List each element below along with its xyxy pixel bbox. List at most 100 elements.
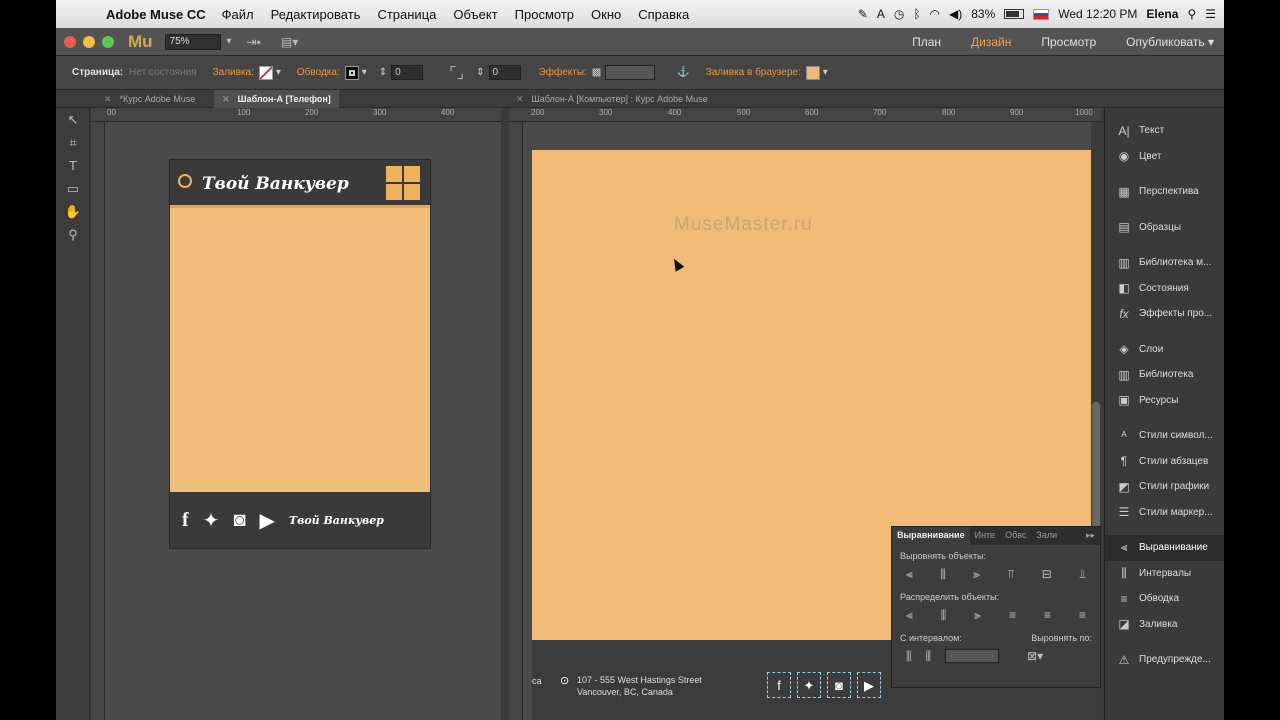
menu-file[interactable]: Файл [222, 7, 254, 22]
phone-site-title[interactable]: Твой Ванкувер [202, 174, 349, 194]
wifi-icon[interactable]: ◠ [930, 7, 940, 21]
align-middle-v-icon[interactable]: ⊟ [1042, 567, 1052, 582]
close-tab-icon[interactable]: ✕ [222, 94, 230, 104]
distribute-middle-icon[interactable]: ≡ [1044, 608, 1051, 623]
mode-plan[interactable]: План [912, 35, 941, 49]
page-state-select[interactable]: Нет состояния [129, 67, 196, 78]
corner-icon[interactable]: ⌜⌟ [449, 63, 464, 83]
tab-phone-template[interactable]: ✕ Шаблон-А [Телефон] [214, 90, 339, 108]
align-bottom-icon[interactable]: ⫫ [1079, 567, 1086, 582]
social-icons[interactable]: f ✦ ◙ ▶ [767, 672, 881, 698]
close-tab-icon[interactable]: ✕ [104, 94, 112, 104]
menu-page[interactable]: Страница [377, 7, 436, 22]
zoom-select[interactable]: 75% [164, 33, 232, 50]
tab-align[interactable]: Выравнивание [892, 527, 970, 545]
text-tool-icon[interactable]: T [56, 154, 90, 177]
spotlight-icon[interactable]: ⚲ [1187, 7, 1196, 21]
align-right-icon[interactable]: ⫸ [973, 567, 980, 582]
tab-fill[interactable]: Зали [1031, 527, 1062, 545]
fill-swatch[interactable] [258, 65, 273, 80]
effects-select[interactable] [605, 65, 656, 80]
battery-percent[interactable]: 83% [971, 7, 995, 21]
distribute-center-icon[interactable]: ⫼ [941, 608, 947, 623]
menu-grid-icon[interactable] [386, 166, 420, 200]
corner-radius-input[interactable]: 0 [488, 65, 521, 80]
panel-text[interactable]: A| Текст [1105, 118, 1224, 144]
align-top-icon[interactable]: ⫪ [1007, 567, 1014, 582]
panel-spacing[interactable]: ⫼ Интервалы [1105, 561, 1224, 587]
space-v-icon[interactable]: ⫼ [926, 649, 932, 664]
mode-design[interactable]: Дизайн [971, 35, 1011, 49]
battery-icon[interactable] [1004, 9, 1025, 19]
menu-help[interactable]: Справка [638, 7, 689, 22]
stroke-dropdown-icon[interactable]: ▾ [362, 67, 367, 78]
minimize-window-button[interactable] [83, 35, 95, 48]
address-block[interactable]: 107 - 555 West Hastings Street Vancouver… [577, 674, 702, 698]
evernote-icon[interactable]: ✎ [858, 7, 868, 21]
stroke-width-input[interactable]: 0 [391, 65, 424, 80]
spacing-input[interactable] [945, 649, 1000, 663]
panel-graphic-styles[interactable]: ◩ Стили графики [1105, 474, 1224, 500]
distribute-top-icon[interactable]: ≡ [1009, 608, 1016, 623]
panel-layers[interactable]: ◈ Слои [1105, 337, 1224, 363]
horizontal-ruler[interactable]: 00 100 200 300 400 [91, 108, 501, 122]
phone-design-view[interactable]: 00 100 200 300 400 Твой Ванкувер f ✦ ◙ ▶… [91, 108, 501, 720]
panel-para-styles[interactable]: ¶ Стили абзацев [1105, 449, 1224, 475]
panel-swatches[interactable]: ▤ Образцы [1105, 215, 1224, 241]
time-machine-icon[interactable]: ◷ [894, 7, 904, 21]
panel-effects[interactable]: fx Эффекты про... [1105, 301, 1224, 327]
menu-view[interactable]: Просмотр [515, 7, 574, 22]
space-h-icon[interactable]: ⫼ [906, 649, 912, 664]
hand-tool-icon[interactable]: ✋ [56, 200, 90, 223]
panel-fill[interactable]: ◪ Заливка [1105, 612, 1224, 638]
preview-page-icon[interactable]: ⇥▪ [247, 35, 261, 49]
menu-edit[interactable]: Редактировать [271, 7, 361, 22]
menu-object[interactable]: Объект [453, 7, 497, 22]
notification-center-icon[interactable]: ☰ [1205, 7, 1216, 21]
panel-states[interactable]: ◧ Состояния [1105, 276, 1224, 302]
browser-fill-swatch[interactable] [805, 65, 820, 80]
align-center-h-icon[interactable]: ⫼ [940, 567, 946, 582]
panel-bullet-styles[interactable]: ☰ Стили маркер... [1105, 500, 1224, 526]
stroke-swatch[interactable] [344, 65, 359, 80]
scrollbar-thumb[interactable] [1092, 402, 1100, 542]
layout-menu-icon[interactable]: ▤▾ [281, 35, 298, 49]
twitter-icon[interactable]: ✦ [203, 508, 220, 533]
close-tab-icon[interactable]: ✕ [516, 94, 524, 104]
effects-icon[interactable]: ▩ [592, 67, 601, 78]
stroke-stepper-icon[interactable]: ⇕ [379, 67, 387, 78]
youtube-icon[interactable]: ▶ [260, 508, 275, 533]
phone-footer[interactable]: f ✦ ◙ ▶ Твой Ванкувер [170, 492, 430, 548]
adobe-icon[interactable]: A [877, 7, 885, 21]
effects-label[interactable]: Эффекты: [539, 67, 587, 78]
anchor-icon[interactable]: ⚓ [677, 67, 689, 78]
input-flag-icon[interactable] [1033, 8, 1050, 20]
twitter-icon[interactable]: ✦ [797, 672, 821, 698]
close-window-button[interactable] [64, 35, 76, 48]
volume-icon[interactable]: ◀) [949, 7, 962, 21]
browser-fill-label[interactable]: Заливка в браузере: [706, 67, 801, 78]
panel-stroke[interactable]: ≡ Обводка [1105, 586, 1224, 612]
bluetooth-icon[interactable]: ᛒ [913, 7, 920, 21]
mode-publish[interactable]: Опубликовать ▾ [1126, 35, 1214, 49]
stroke-label[interactable]: Обводка: [297, 67, 340, 78]
mode-preview[interactable]: Просмотр [1041, 35, 1096, 49]
panel-char-styles[interactable]: ᴬ Стили символ... [1105, 423, 1224, 449]
clock[interactable]: Wed 12:20 PM [1058, 7, 1137, 21]
tab-stroke[interactable]: Обвс [1000, 527, 1031, 545]
selection-tool-icon[interactable]: ↖ [56, 108, 90, 131]
panel-library[interactable]: ▥ Библиотека [1105, 362, 1224, 388]
align-to-select-icon[interactable]: ⊠▾ [1027, 649, 1043, 664]
panel-assets[interactable]: ▣ Ресурсы [1105, 388, 1224, 414]
phone-page[interactable]: Твой Ванкувер f ✦ ◙ ▶ Твой Ванкувер [170, 160, 430, 548]
rectangle-tool-icon[interactable]: ▭ [56, 177, 90, 200]
distribute-bottom-icon[interactable]: ≡ [1079, 608, 1086, 623]
user-name[interactable]: Elena [1146, 7, 1178, 21]
facebook-icon[interactable]: f [767, 672, 791, 698]
fill-dropdown-icon[interactable]: ▾ [276, 67, 281, 78]
fill-label[interactable]: Заливка: [213, 67, 254, 78]
panel-color[interactable]: ◉ Цвет [1105, 144, 1224, 170]
footer-brand[interactable]: Твой Ванкувер [289, 514, 384, 527]
panel-menu-icon[interactable]: ▸▸ [1081, 527, 1100, 545]
panel-align[interactable]: ⫷ Выравнивание [1105, 535, 1224, 561]
